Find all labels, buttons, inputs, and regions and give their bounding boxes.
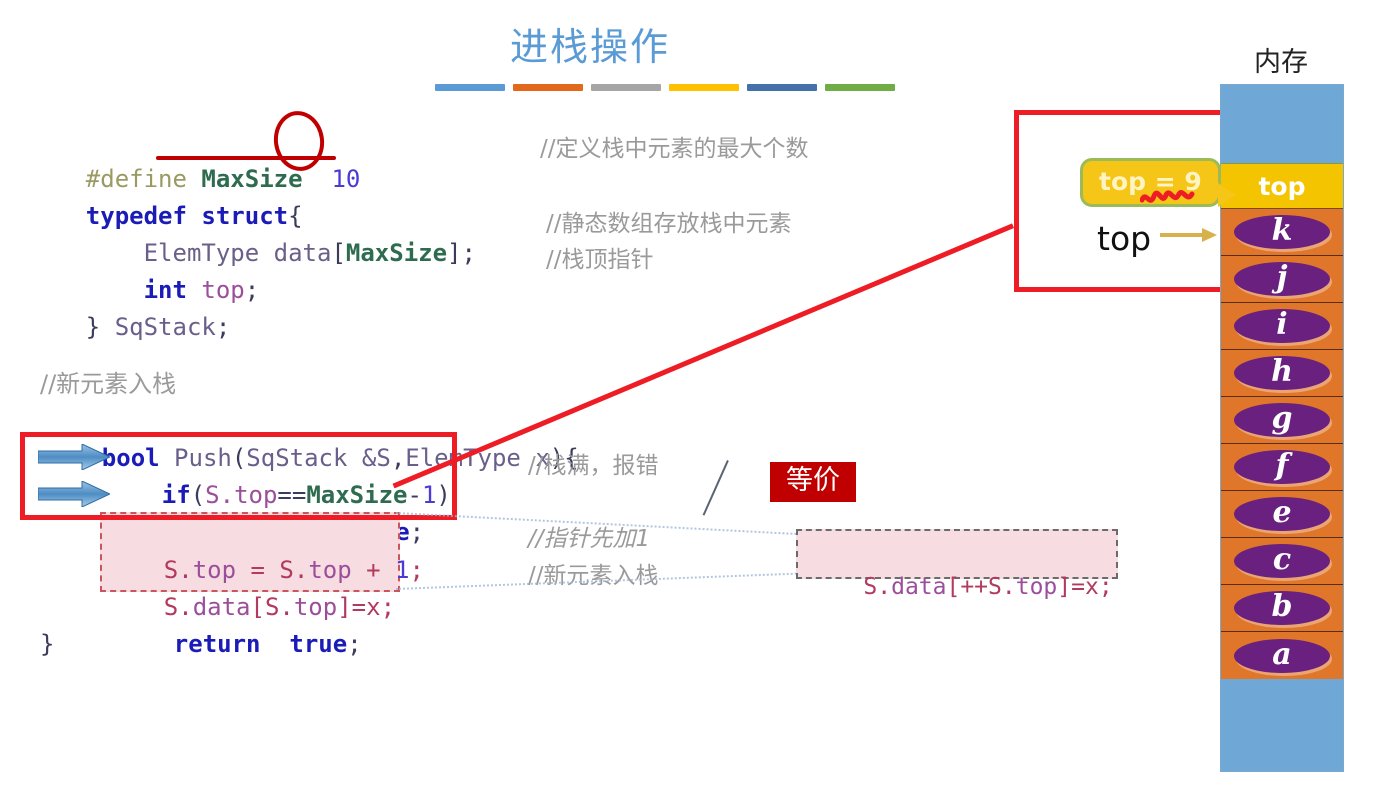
colorbar-seg-6 — [825, 84, 895, 91]
top-pointer-word: top — [1097, 219, 1152, 258]
stack-cell-i: i — [1221, 303, 1343, 350]
blue-arrow-return — [38, 481, 110, 507]
token-data: data — [273, 239, 332, 267]
memory-label: 内存 — [1254, 47, 1308, 78]
stack-cell-j: j — [1221, 256, 1343, 303]
comment-max-count: //定义栈中元素的最大个数 — [540, 136, 809, 162]
stack-cell-e: e — [1221, 491, 1343, 538]
stack-cell-free-top — [1221, 85, 1343, 163]
stack-ellipse: h — [1234, 356, 1330, 390]
comment-top-pointer: //栈顶指针 — [546, 247, 654, 273]
comment-stack-full: //栈满，报错 — [528, 453, 659, 479]
colorbar-seg-5 — [747, 84, 817, 91]
stack-cell-b: b — [1221, 585, 1343, 632]
memory-stack: top k j i h g f e c b a — [1220, 84, 1344, 772]
stack-item-value: h — [1271, 354, 1293, 389]
stack-item-value: g — [1271, 401, 1293, 436]
stack-item-value: a — [1272, 636, 1292, 672]
comment-static-array: //静态数组存放栈中元素 — [546, 211, 792, 237]
equiv-leader-line — [702, 460, 729, 516]
equiv-label: 等价 — [770, 462, 856, 503]
page-title: 进栈操作 — [509, 25, 670, 69]
decorative-color-bar — [435, 84, 895, 91]
code-comment-new-push: //新元素入栈 — [40, 370, 177, 398]
red-connector-line — [392, 223, 1014, 489]
code-line-close-brace: } — [40, 630, 55, 658]
colorbar-seg-4 — [669, 84, 739, 91]
code-line-return-true: return true; — [173, 630, 362, 658]
stack-ellipse: i — [1234, 309, 1330, 343]
stack-cell-c: c — [1221, 538, 1343, 585]
stack-item-value: e — [1272, 495, 1292, 530]
stack-ellipse: k — [1234, 215, 1330, 249]
stack-cell-k: k — [1221, 209, 1343, 256]
stack-item-value: k — [1271, 213, 1293, 248]
stack-ellipse: f — [1234, 450, 1330, 484]
equiv-snippet-text: S.data[++S.top]=x; — [863, 574, 1113, 600]
stack-cell-free-bottom — [1221, 679, 1343, 771]
stack-ellipse: e — [1234, 497, 1330, 531]
stack-item-value: c — [1272, 542, 1292, 577]
stack-item-value: j — [1276, 260, 1288, 295]
stack-cell-top-pointer: top — [1221, 163, 1343, 209]
gold-arrow-icon — [1160, 228, 1217, 242]
comment-new-elem-push: //新元素入栈 — [528, 563, 659, 589]
token-maxsize-ref: MaxSize — [345, 239, 448, 267]
token-true: true — [289, 630, 348, 658]
colorbar-seg-3 — [591, 84, 661, 91]
stack-ellipse: c — [1234, 544, 1330, 578]
stack-item-value: f — [1275, 448, 1289, 483]
stack-cell-f: f — [1221, 444, 1343, 491]
stack-ellipse: j — [1234, 262, 1330, 296]
token-return-2: return — [173, 630, 261, 658]
slide-canvas: 进栈操作 #define MaxSize 10 typedef struct{ … — [0, 0, 1379, 807]
stack-ellipse: b — [1234, 591, 1330, 625]
stack-item-value: b — [1271, 589, 1293, 624]
token-sqstack: SqStack — [114, 313, 216, 341]
colorbar-seg-1 — [435, 84, 505, 91]
colorbar-seg-2 — [513, 84, 583, 91]
stack-ellipse: g — [1234, 403, 1330, 437]
stack-ellipse: a — [1234, 636, 1330, 673]
token-macro-value: 10 — [331, 165, 361, 193]
stack-cell-h: h — [1221, 350, 1343, 397]
red-scribble-icon — [1140, 190, 1195, 203]
stack-item-value: i — [1276, 307, 1288, 342]
stack-cell-a: a — [1221, 632, 1343, 679]
stack-cell-g: g — [1221, 397, 1343, 444]
stack-top-label: top — [1258, 171, 1306, 201]
blue-arrow-if — [38, 444, 110, 470]
